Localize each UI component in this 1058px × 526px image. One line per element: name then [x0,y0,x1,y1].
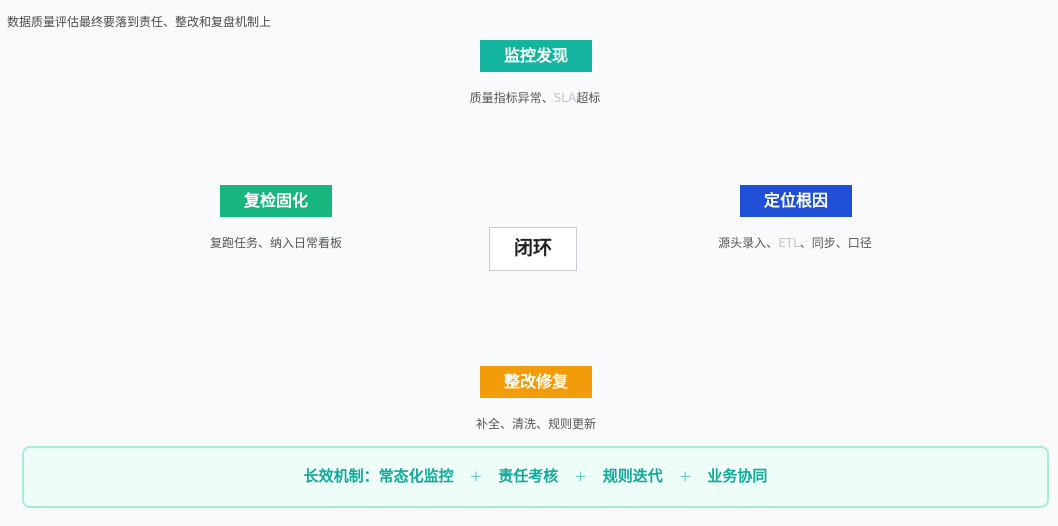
node-monitor-desc: 质量指标异常、SLA超标 [415,89,655,106]
mechanism-item: 规则迭代 [602,467,663,485]
plus-separator: + [469,467,483,485]
node-fix-desc: 补全、清洗、规则更新 [416,415,656,432]
node-recheck-desc-pre: 复跑任务、纳入日常看板 [209,236,342,250]
closed-loop-diagram: 数据质量评估最终要落到责任、整改和复盘机制上 监控发现 质量指标异常、SLA超标… [0,0,1058,526]
intro-text: 数据质量评估最终要落到责任、整改和复盘机制上 [7,15,272,29]
node-locate-desc-pre: 源头录入、 [718,236,779,250]
node-locate: 定位根因 [740,185,852,217]
node-locate-desc-latin: ETL [778,236,800,250]
node-locate-desc: 源头录入、ETL、同步、口径 [675,234,915,251]
node-monitor-desc-post: 超标 [576,91,601,105]
mechanism-item: 责任考核 [498,467,559,485]
mechanism-item: 业务协同 [707,467,768,485]
node-fix: 整改修复 [480,366,592,398]
node-monitor-desc-latin: SLA [553,91,577,105]
node-monitor: 监控发现 [480,40,592,72]
node-monitor-desc-pre: 质量指标异常、 [469,91,554,105]
plus-separator: + [574,467,587,485]
mechanism-banner: 长效机制：常态化监控 + 责任考核 + 规则迭代 + 业务协同 [22,446,1049,508]
node-locate-desc-post: 、同步、口径 [799,236,872,250]
plus-separator: + [678,467,692,485]
node-fix-desc-pre: 补全、清洗、规则更新 [475,417,596,431]
node-recheck-desc: 复跑任务、纳入日常看板 [156,234,396,251]
mechanism-item: 常态化监控 [378,467,454,485]
node-recheck: 复检固化 [220,185,332,217]
mechanism-label: 长效机制： [303,467,379,485]
center-loop-label: 闭环 [489,227,577,271]
